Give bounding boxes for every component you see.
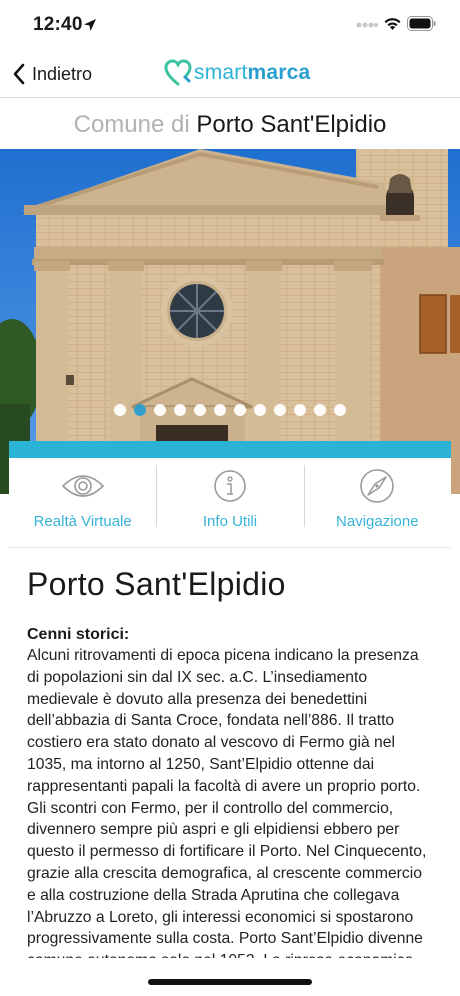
carousel-dot[interactable] [334,404,346,416]
smartmarca-logo: smartmarca [163,56,310,90]
navigazione-button[interactable]: Navigazione [303,458,451,547]
navigation-bar: Indietro smartmarca [0,50,460,98]
wifi-icon [384,18,401,30]
status-bar: 12:40 [0,0,460,50]
cellular-signal-icon [356,22,378,28]
battery-icon [407,16,436,31]
eye-icon [61,475,104,497]
navigazione-label: Navigazione [336,513,419,530]
carousel-dot[interactable] [314,404,326,416]
realta-virtuale-label: Realtà Virtuale [33,513,132,530]
carousel-dot[interactable] [294,404,306,416]
carousel-dot[interactable] [214,404,226,416]
info-card: Realtà Virtuale Info Utili Navigazione P… [9,441,451,961]
carousel-dot[interactable] [234,404,246,416]
realta-virtuale-button[interactable]: Realtà Virtuale [9,458,156,547]
carousel-dot[interactable] [174,404,186,416]
info-utili-button[interactable]: Info Utili [156,458,303,547]
brand-text-smart: smart [194,61,248,84]
history-text: Alcuni ritrovamenti di epoca picena indi… [27,647,427,961]
status-time: 12:40 [33,14,83,35]
carousel-dot[interactable] [134,404,146,416]
location-arrow-icon [84,19,96,31]
back-button[interactable]: Indietro [12,60,92,88]
back-label: Indietro [32,63,93,84]
compass-icon [360,469,395,503]
chevron-left-icon [13,63,25,85]
card-accent-bar [9,441,451,458]
carousel-dot[interactable] [254,404,266,416]
comune-name: Porto Sant'Elpidio [196,111,387,138]
description-content: Porto Sant'Elpidio Cenni storici: Alcuni… [9,566,451,961]
place-title: Porto Sant'Elpidio [27,566,286,602]
section-heading: Cenni storici: [27,626,130,643]
carousel-pagination [0,404,460,418]
home-indicator[interactable] [148,979,312,985]
brand-text-marca: marca [247,61,311,84]
carousel-dot[interactable] [114,404,126,416]
heart-logo-icon [164,59,192,86]
carousel-dot[interactable] [154,404,166,416]
carousel-dot[interactable] [274,404,286,416]
carousel-dot[interactable] [194,404,206,416]
comune-header: Comune di Porto Sant'Elpidio [0,99,460,149]
info-icon [214,470,246,502]
info-utili-label: Info Utili [202,513,258,530]
home-indicator-area [0,958,460,996]
action-bar: Realtà Virtuale Info Utili Navigazione [9,458,451,548]
comune-prefix: Comune di [73,111,190,138]
